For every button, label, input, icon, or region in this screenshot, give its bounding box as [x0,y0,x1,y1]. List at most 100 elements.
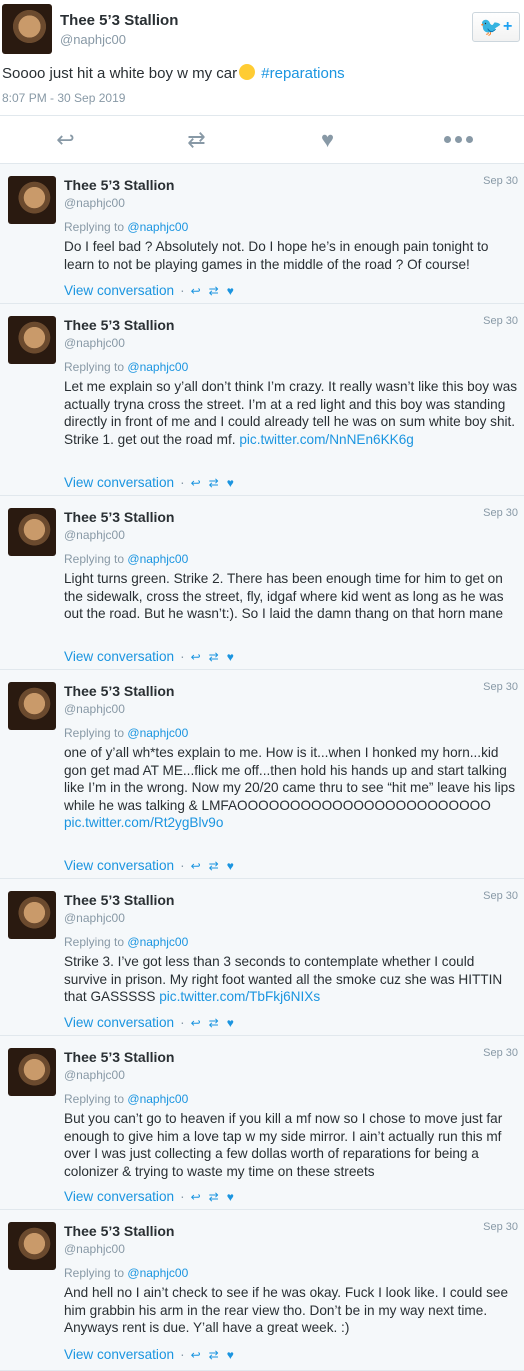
avatar[interactable] [8,508,56,556]
reply-author-name[interactable]: Thee 5’3 Stallion [64,1223,174,1239]
separator-dot: · [180,858,185,873]
reply-author-handle[interactable]: @naphjc00 [64,702,125,716]
reply-icon[interactable]: ↩ [191,284,201,298]
pic-link[interactable]: pic.twitter.com/Rt2ygBlv9o [64,815,223,830]
reply-author-handle[interactable]: @naphjc00 [64,911,125,925]
retweet-icon[interactable]: ⇄ [209,1190,219,1204]
reply-date[interactable]: Sep 30 [483,681,518,693]
hashtag-link[interactable]: #reparations [261,65,344,82]
avatar[interactable] [8,1222,56,1270]
replying-to: Replying to @naphjc00 [64,1266,188,1280]
reply-author-handle[interactable]: @naphjc00 [64,336,125,350]
replying-to-link[interactable]: @naphjc00 [127,726,188,740]
retweet-button[interactable]: ⇄ [131,116,262,163]
replying-label: Replying to [64,552,125,566]
retweet-icon[interactable]: ⇄ [209,1348,219,1362]
view-conversation-link[interactable]: View conversation [64,1347,174,1362]
retweet-icon[interactable]: ⇄ [209,650,219,664]
reply-author-handle[interactable]: @naphjc00 [64,528,125,542]
reply-date[interactable]: Sep 30 [483,890,518,902]
tweet-body: Soooo just hit a white boy w my car [2,65,238,82]
reply-date[interactable]: Sep 30 [483,315,518,327]
reply-icon[interactable]: ↩ [191,1190,201,1204]
replying-to-link[interactable]: @naphjc00 [127,1266,188,1280]
replying-label: Replying to [64,220,125,234]
heart-icon[interactable]: ♥ [227,1016,234,1030]
reply-author-name[interactable]: Thee 5’3 Stallion [64,1049,174,1065]
list-item[interactable]: Thee 5’3 Stallion @naphjc00 Sep 30 Reply… [0,164,524,304]
avatar[interactable] [8,891,56,939]
replying-to: Replying to @naphjc00 [64,220,188,234]
list-item[interactable]: Thee 5’3 Stallion @naphjc00 Sep 30 Reply… [0,1036,524,1210]
list-item[interactable]: Thee 5’3 Stallion @naphjc00 Sep 30 Reply… [0,670,524,879]
avatar[interactable] [2,4,52,54]
avatar[interactable] [8,682,56,730]
follow-button[interactable]: 🐦 + [472,12,520,42]
reply-author-name[interactable]: Thee 5’3 Stallion [64,177,174,193]
replying-to-link[interactable]: @naphjc00 [127,1092,188,1106]
like-button[interactable]: ♥ [262,116,393,163]
replying-to-link[interactable]: @naphjc00 [127,552,188,566]
heart-icon[interactable]: ♥ [227,1348,234,1362]
reply-date[interactable]: Sep 30 [483,175,518,187]
reply-footer: View conversation · ↩ ⇄ ♥ [64,1015,242,1030]
reply-text: Do I feel bad ? Absolutely not. Do I hop… [64,238,520,273]
separator-dot: · [180,649,185,664]
reply-author-name[interactable]: Thee 5’3 Stallion [64,509,174,525]
author-name[interactable]: Thee 5’3 Stallion [60,12,178,29]
winking-face-icon [239,64,256,80]
avatar[interactable] [8,1048,56,1096]
list-item[interactable]: Thee 5’3 Stallion @naphjc00 Sep 30 Reply… [0,304,524,496]
heart-icon[interactable]: ♥ [227,650,234,664]
list-item[interactable]: Thee 5’3 Stallion @naphjc00 Sep 30 Reply… [0,879,524,1036]
view-conversation-link[interactable]: View conversation [64,1189,174,1204]
reply-icon[interactable]: ↩ [191,1016,201,1030]
reply-date[interactable]: Sep 30 [483,1047,518,1059]
reply-footer: View conversation · ↩ ⇄ ♥ [64,475,242,490]
view-conversation-link[interactable]: View conversation [64,649,174,664]
heart-icon[interactable]: ♥ [227,476,234,490]
replying-to-link[interactable]: @naphjc00 [127,220,188,234]
reply-icon[interactable]: ↩ [191,1348,201,1362]
author-handle[interactable]: @naphjc00 [60,32,126,47]
reply-author-handle[interactable]: @naphjc00 [64,196,125,210]
view-conversation-link[interactable]: View conversation [64,1015,174,1030]
reply-author-name[interactable]: Thee 5’3 Stallion [64,892,174,908]
retweet-icon[interactable]: ⇄ [209,284,219,298]
avatar[interactable] [8,316,56,364]
reply-icon: ↩ [56,126,75,152]
reply-author-name[interactable]: Thee 5’3 Stallion [64,683,174,699]
retweet-icon[interactable]: ⇄ [209,859,219,873]
reply-body: But you can’t go to heaven if you kill a… [64,1111,503,1179]
reply-icon[interactable]: ↩ [191,650,201,664]
pic-link[interactable]: pic.twitter.com/TbFkj6NIXs [159,989,320,1004]
list-item[interactable]: Thee 5’3 Stallion @naphjc00 Sep 30 Reply… [0,496,524,670]
reply-author-handle[interactable]: @naphjc00 [64,1242,125,1256]
replying-to: Replying to @naphjc00 [64,726,188,740]
reply-text: one of y’all wh*tes explain to me. How i… [64,744,520,832]
replying-to-link[interactable]: @naphjc00 [127,360,188,374]
heart-icon[interactable]: ♥ [227,859,234,873]
reply-date[interactable]: Sep 30 [483,507,518,519]
tweet-timestamp[interactable]: 8:07 PM - 30 Sep 2019 [2,91,125,105]
reply-icon[interactable]: ↩ [191,859,201,873]
reply-author-handle[interactable]: @naphjc00 [64,1068,125,1082]
reply-icon[interactable]: ↩ [191,476,201,490]
reply-text: And hell no I ain’t check to see if he w… [64,1284,520,1337]
reply-date[interactable]: Sep 30 [483,1221,518,1233]
heart-icon[interactable]: ♥ [227,284,234,298]
pic-link[interactable]: pic.twitter.com/NnNEn6KK6g [239,432,414,447]
retweet-icon[interactable]: ⇄ [209,476,219,490]
retweet-icon[interactable]: ⇄ [209,1016,219,1030]
replying-to-link[interactable]: @naphjc00 [127,935,188,949]
avatar[interactable] [8,176,56,224]
reply-footer: View conversation · ↩ ⇄ ♥ [64,649,242,664]
heart-icon[interactable]: ♥ [227,1190,234,1204]
view-conversation-link[interactable]: View conversation [64,283,174,298]
more-button[interactable] [393,116,524,163]
reply-button[interactable]: ↩ [0,116,131,163]
reply-author-name[interactable]: Thee 5’3 Stallion [64,317,174,333]
list-item[interactable]: Thee 5’3 Stallion @naphjc00 Sep 30 Reply… [0,1210,524,1371]
view-conversation-link[interactable]: View conversation [64,475,174,490]
view-conversation-link[interactable]: View conversation [64,858,174,873]
